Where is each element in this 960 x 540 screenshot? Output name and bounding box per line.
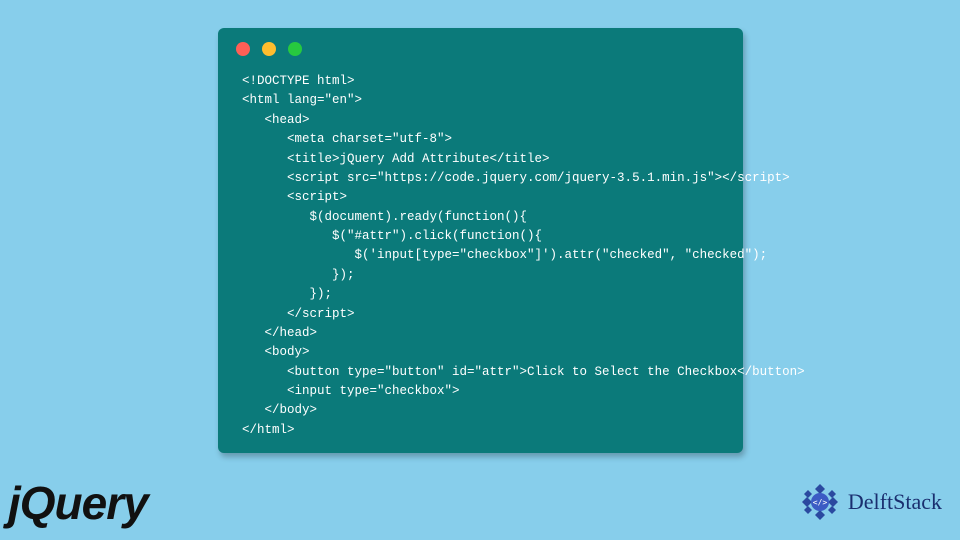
close-icon[interactable] <box>236 42 250 56</box>
maximize-icon[interactable] <box>288 42 302 56</box>
code-content: <!DOCTYPE html> <html lang="en"> <head> … <box>218 64 743 458</box>
code-window: <!DOCTYPE html> <html lang="en"> <head> … <box>218 28 743 453</box>
minimize-icon[interactable] <box>262 42 276 56</box>
delftstack-label: DelftStack <box>848 489 942 515</box>
jquery-logo: jQuery <box>8 476 148 530</box>
delftstack-logo: </> DelftStack <box>796 478 942 526</box>
window-controls <box>218 28 743 64</box>
delftstack-icon: </> <box>796 478 844 526</box>
svg-text:</>: </> <box>813 498 828 507</box>
